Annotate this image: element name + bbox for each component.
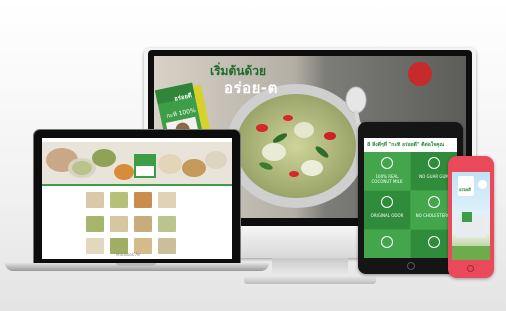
macbook-thumbnail-grid [42,188,232,258]
macbook-label: MacBook Air [116,252,141,257]
thumbnail[interactable] [158,216,176,232]
feature-cell: ORIGINAL ODOR [364,191,410,229]
macbook-screen [42,138,232,259]
heart-icon [428,196,440,208]
feature-icon [381,236,393,248]
phone-brand: อร่อยดี [459,187,471,192]
phone-product [462,212,472,222]
phone-screen: อร่อยดี [452,172,490,260]
thumbnail[interactable] [158,238,176,254]
thumbnail[interactable] [86,192,104,208]
coconut-icon [381,157,393,169]
imac-headline-big: อร่อย-ต [224,79,278,97]
thumbnail[interactable] [110,192,128,208]
ipad-home-button[interactable] [407,262,415,270]
leaf-icon [381,196,393,208]
feature-icon [428,236,440,248]
thumbnail[interactable] [158,192,176,208]
thumbnail[interactable] [134,216,152,232]
ipad-screen: 8 สิ่งดีๆที่ "กะทิ อร่อยดี" ดีต่อใจคุณ 1… [364,138,457,258]
no-sign-icon [428,157,440,169]
thumbnail[interactable] [86,216,104,232]
feature-label: 100% REAL COCONUT MILK [371,174,403,184]
imac-stand-foot [244,276,376,284]
feature-label: ORIGINAL ODOR [370,213,404,218]
thumbnail[interactable] [86,238,104,254]
phone-home-button[interactable] [467,265,474,272]
thumbnail[interactable] [134,192,152,208]
curry [236,94,356,198]
feature-cell: 100% REAL COCONUT MILK [364,152,410,190]
ipad-title: 8 สิ่งดีๆที่ "กะทิ อร่อยดี" ดีต่อใจคุณ [367,142,445,148]
macbook-notch [116,263,156,266]
imac-stand-neck [272,258,348,278]
feature-cell [364,230,410,258]
phone-badge [478,180,487,189]
thumbnail[interactable] [110,216,128,232]
phone-grass [452,246,490,260]
